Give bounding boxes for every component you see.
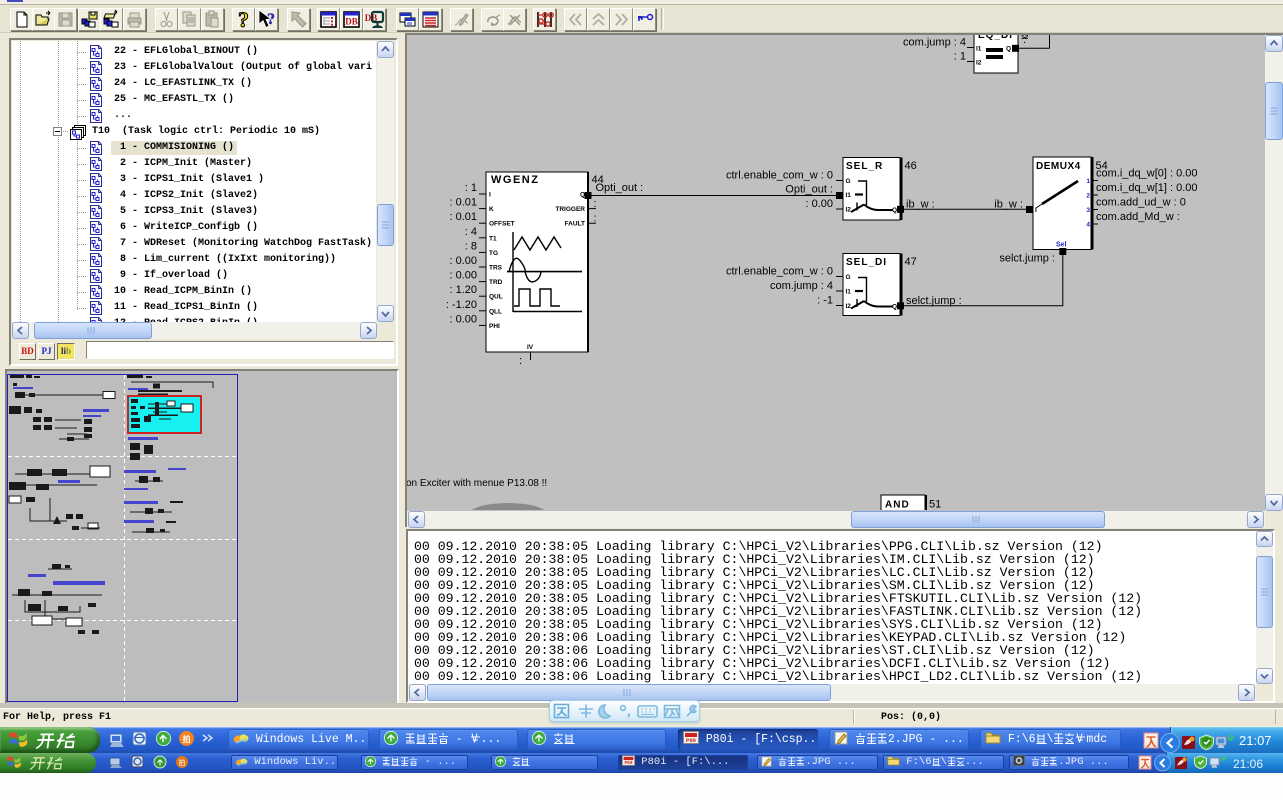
svg-text:selct.jump :: selct.jump :: [999, 253, 1055, 265]
svg-text:: 1: : 1: [465, 182, 477, 194]
svg-text::: :: [594, 213, 597, 225]
svg-text:SEL_R: SEL_R: [846, 161, 883, 172]
svg-text:: 8: : 8: [465, 240, 477, 252]
svg-text:12: 12: [1021, 35, 1029, 41]
svg-text:46: 46: [905, 160, 917, 172]
svg-text:ib_w :: ib_w :: [994, 198, 1023, 210]
svg-text:: 0.01: : 0.01: [449, 197, 477, 209]
svg-text:ctrl.enable_com_w : 0: ctrl.enable_com_w : 0: [726, 170, 833, 182]
svg-text:2: 2: [1086, 193, 1090, 200]
svg-text:QUL: QUL: [489, 294, 503, 301]
svg-text::: :: [594, 198, 597, 210]
svg-text:EQ_DI: EQ_DI: [978, 35, 1013, 41]
svg-text:FAULT: FAULT: [565, 221, 585, 228]
svg-text:com.add_ud_w : 0: com.add_ud_w : 0: [1096, 197, 1186, 209]
svg-text:SEL_DI: SEL_DI: [846, 257, 887, 268]
svg-text:Q: Q: [892, 207, 897, 214]
svg-text:com.i_dq_w[0] : 0.00: com.i_dq_w[0] : 0.00: [1096, 168, 1198, 180]
svg-text:TRS: TRS: [489, 265, 503, 272]
svg-text:DB: DB: [345, 17, 358, 27]
svg-text:: 0.00: : 0.00: [449, 313, 477, 325]
svg-text:I1: I1: [846, 192, 852, 199]
svg-text:G: G: [846, 274, 851, 281]
svg-text:1: 1: [1086, 178, 1090, 185]
svg-text:QLL: QLL: [489, 308, 502, 315]
svg-text:I: I: [489, 192, 491, 199]
svg-text:com.i_dq_w[1] : 0.00: com.i_dq_w[1] : 0.00: [1096, 182, 1198, 194]
svg-text:51: 51: [929, 499, 941, 511]
svg-text:: 0.01: : 0.01: [449, 211, 477, 223]
svg-text:?: ?: [238, 9, 249, 30]
svg-text:拍: 拍: [183, 734, 191, 744]
svg-text::: :: [519, 355, 522, 367]
svg-text:拍: 拍: [179, 758, 186, 767]
svg-text:Opti_out :: Opti_out :: [596, 182, 644, 194]
svg-text:AND: AND: [885, 500, 910, 511]
svg-text:: 0.00: : 0.00: [449, 270, 477, 282]
svg-text:I2: I2: [846, 207, 852, 214]
svg-text:TG: TG: [489, 250, 498, 257]
svg-text:ctrl.enable_com_w : 0: ctrl.enable_com_w : 0: [726, 266, 833, 278]
svg-text:G: G: [846, 178, 851, 185]
svg-text:4: 4: [1086, 222, 1090, 229]
svg-text:com.jump : 4: com.jump : 4: [903, 37, 966, 49]
svg-text:IV: IV: [527, 344, 534, 351]
svg-text:21:07: 21:07: [1239, 733, 1272, 748]
svg-text:PHI: PHI: [489, 323, 500, 330]
svg-text:I1: I1: [846, 289, 852, 296]
svg-text:Q: Q: [892, 304, 897, 311]
svg-text:I2: I2: [976, 60, 982, 67]
svg-text:: 1.20: : 1.20: [449, 284, 477, 296]
svg-text:: -1: : -1: [817, 295, 833, 307]
svg-text:I2: I2: [846, 303, 852, 310]
svg-text:Q: Q: [1006, 46, 1011, 53]
svg-text:Q: Q: [580, 192, 585, 199]
svg-text:com.jump : 4: com.jump : 4: [770, 280, 833, 292]
svg-text:: 0.00: : 0.00: [805, 198, 833, 210]
svg-text:: 1: : 1: [954, 51, 966, 63]
svg-text:: -1.20: : -1.20: [446, 299, 477, 311]
svg-text:K: K: [489, 206, 494, 213]
svg-text:P80: P80: [624, 760, 632, 766]
svg-text:WGENZ: WGENZ: [491, 174, 539, 186]
svg-text:: 4: : 4: [465, 226, 477, 238]
svg-text:TRD: TRD: [489, 279, 503, 286]
svg-text:3: 3: [1086, 207, 1090, 214]
svg-text:com.add_Md_w :: com.add_Md_w :: [1096, 211, 1180, 223]
svg-text:: 0.00: : 0.00: [449, 255, 477, 267]
svg-text:DEMUX4: DEMUX4: [1036, 161, 1081, 172]
svg-text:on Exciter with menue P13.08 !: on Exciter with menue P13.08 !!: [407, 478, 547, 489]
svg-text:selct.jump :: selct.jump :: [906, 295, 962, 307]
svg-text:21:06: 21:06: [1233, 757, 1263, 771]
svg-text:47: 47: [905, 256, 917, 268]
svg-text:OFFSET: OFFSET: [489, 221, 515, 228]
svg-text:TRIGGER: TRIGGER: [555, 206, 585, 213]
svg-text:Opti_out :: Opti_out :: [785, 184, 833, 196]
svg-text:Sel: Sel: [1056, 242, 1067, 249]
svg-text:I1: I1: [976, 46, 982, 53]
svg-text:P80: P80: [686, 737, 696, 744]
svg-text:T1: T1: [489, 235, 497, 242]
svg-text:ib_w :: ib_w :: [906, 198, 935, 210]
